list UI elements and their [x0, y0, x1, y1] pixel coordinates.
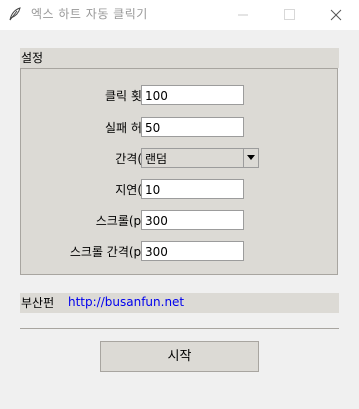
interval-combobox-value: 랜덤	[145, 152, 168, 166]
scroll-interval-input[interactable]	[141, 241, 244, 261]
scroll-interval-row: 스크롤 간격(px):	[21, 241, 339, 263]
separator	[20, 328, 339, 329]
chevron-down-icon[interactable]	[243, 149, 258, 167]
scroll-input[interactable]	[141, 210, 244, 230]
delay-row: 지연(s):	[21, 179, 339, 201]
author-row: 부산펀 http://busanfun.net	[20, 293, 339, 313]
settings-section-header: 설정	[20, 48, 339, 68]
feather-icon	[7, 6, 23, 22]
click-count-row: 클릭 횟수:	[21, 85, 339, 107]
close-button[interactable]	[313, 0, 359, 30]
minimize-button[interactable]	[220, 0, 266, 30]
maximize-icon	[284, 9, 295, 20]
author-label: 부산펀	[21, 296, 55, 310]
window-body: 설정 클릭 횟수: 실패 허용: 간격(s): 랜덤 지연(s):	[0, 30, 359, 409]
close-icon	[330, 9, 342, 21]
click-count-input[interactable]	[141, 85, 244, 105]
interval-row: 간격(s): 랜덤	[21, 148, 339, 170]
window-title: 엑스 하트 자동 클릭기	[31, 7, 148, 21]
settings-frame: 클릭 횟수: 실패 허용: 간격(s): 랜덤 지연(s): 스크롤(p	[20, 68, 338, 275]
maximize-button[interactable]	[266, 0, 312, 30]
fail-allowance-row: 실패 허용:	[21, 117, 339, 139]
fail-allowance-input[interactable]	[141, 117, 244, 137]
scroll-row: 스크롤(px):	[21, 210, 339, 232]
delay-input[interactable]	[141, 179, 244, 199]
start-button[interactable]: 시작	[100, 341, 259, 372]
minimize-icon	[238, 14, 248, 16]
title-bar[interactable]: 엑스 하트 자동 클릭기	[0, 0, 359, 30]
author-link[interactable]: http://busanfun.net	[68, 295, 184, 309]
settings-section-label: 설정	[21, 51, 44, 65]
interval-combobox[interactable]: 랜덤	[141, 148, 259, 168]
